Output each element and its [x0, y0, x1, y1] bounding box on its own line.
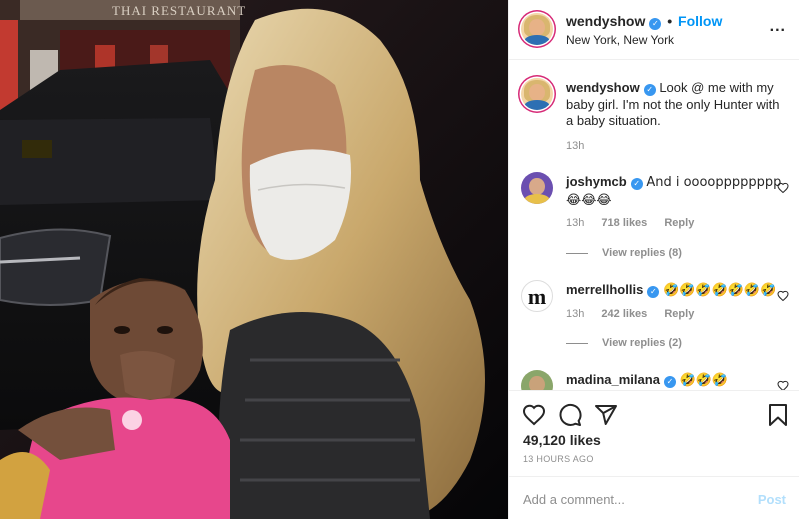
add-comment-bar: Add a comment... Post: [509, 476, 799, 519]
reply-button[interactable]: Reply: [664, 308, 694, 320]
post-comment-button[interactable]: Post: [758, 492, 786, 507]
like-comment-heart-icon[interactable]: [777, 290, 789, 302]
comment-item: m merrellhollis ✓ 🤣🤣🤣🤣🤣🤣🤣 13h 242 likes R…: [521, 280, 791, 370]
comment-body: merrellhollis ✓ 🤣🤣🤣🤣🤣🤣🤣: [566, 282, 786, 300]
share-icon[interactable]: [594, 403, 618, 427]
avatar-letter: m: [527, 284, 547, 309]
verified-icon: ✓: [630, 178, 643, 190]
comment-body: joshymcb ✓ And i oooopppppppp 😂😂😂: [566, 174, 786, 209]
comment-input[interactable]: Add a comment...: [523, 492, 625, 507]
comment-meta: 13h 242 likes Reply: [566, 308, 708, 320]
post-timestamp[interactable]: 13 HOURS AGO: [523, 454, 594, 464]
view-replies-label: View replies (2): [602, 337, 682, 349]
commenter-avatar[interactable]: m: [521, 280, 553, 312]
comment-icon[interactable]: [558, 403, 582, 427]
post-photo[interactable]: THAI RESTAURANT: [0, 0, 508, 519]
commenter-avatar[interactable]: [521, 370, 553, 390]
verified-icon: ✓: [649, 18, 662, 30]
comment-item: madina_milana ✓ 🤣🤣🤣: [521, 370, 791, 390]
author-username[interactable]: wendyshow: [566, 13, 645, 29]
comment-body: wendyshow ✓ Look @ me with my baby girl. …: [566, 80, 786, 130]
reply-button[interactable]: Reply: [664, 217, 694, 229]
heart-icon[interactable]: [522, 403, 546, 427]
comment-body: madina_milana ✓ 🤣🤣🤣: [566, 372, 786, 390]
comment-meta: 13h: [566, 140, 598, 152]
replies-divider: [566, 252, 588, 254]
author-avatar[interactable]: [521, 13, 553, 45]
post-header: wendyshow ✓ • Follow New York, New York .…: [509, 0, 799, 60]
verified-icon: ✓: [647, 286, 660, 298]
like-comment-heart-icon[interactable]: [777, 182, 789, 194]
view-replies-button[interactable]: View replies (2): [566, 337, 682, 349]
comment-text: 🤣🤣🤣🤣🤣🤣🤣: [662, 283, 777, 298]
follow-button[interactable]: Follow: [678, 13, 722, 29]
comment-likes[interactable]: 242 likes: [601, 308, 647, 320]
view-replies-label: View replies (8): [602, 247, 682, 259]
like-comment-heart-icon[interactable]: [777, 380, 789, 390]
comment-meta: 13h 718 likes Reply: [566, 217, 708, 229]
replies-divider: [566, 342, 588, 344]
restaurant-sign: THAI RESTAURANT: [112, 3, 246, 18]
verified-icon: ✓: [663, 376, 676, 388]
comment-time[interactable]: 13h: [566, 217, 584, 229]
caption-comment: wendyshow ✓ Look @ me with my baby girl. …: [521, 78, 791, 168]
comment-text: 🤣🤣🤣: [679, 373, 729, 388]
comment-time[interactable]: 13h: [566, 308, 584, 320]
separator-dot: •: [667, 13, 673, 29]
comment-time[interactable]: 13h: [566, 140, 584, 152]
comment-username[interactable]: joshymcb: [566, 174, 627, 189]
commenter-avatar[interactable]: [521, 172, 553, 204]
bookmark-icon[interactable]: [766, 403, 790, 427]
commenter-avatar[interactable]: [521, 78, 553, 110]
post-side-panel: wendyshow ✓ • Follow New York, New York .…: [508, 0, 799, 519]
view-replies-button[interactable]: View replies (8): [566, 247, 682, 259]
author-line: wendyshow ✓ • Follow: [566, 13, 722, 30]
comment-username[interactable]: merrellhollis: [566, 282, 643, 297]
comment-username[interactable]: madina_milana: [566, 372, 660, 387]
comments-list[interactable]: wendyshow ✓ Look @ me with my baby girl. …: [509, 60, 799, 390]
more-options-icon[interactable]: ...: [770, 18, 786, 36]
comment-item: joshymcb ✓ And i oooopppppppp 😂😂😂 13h 718…: [521, 172, 791, 262]
comment-username[interactable]: wendyshow: [566, 80, 640, 95]
verified-icon: ✓: [643, 84, 656, 96]
photo-illustration: THAI RESTAURANT: [0, 0, 508, 519]
post-actions: 49,120 likes 13 HOURS AGO: [509, 390, 799, 476]
likes-count[interactable]: 49,120 likes: [523, 432, 601, 448]
post-location[interactable]: New York, New York: [566, 33, 674, 47]
comment-likes[interactable]: 718 likes: [601, 217, 647, 229]
